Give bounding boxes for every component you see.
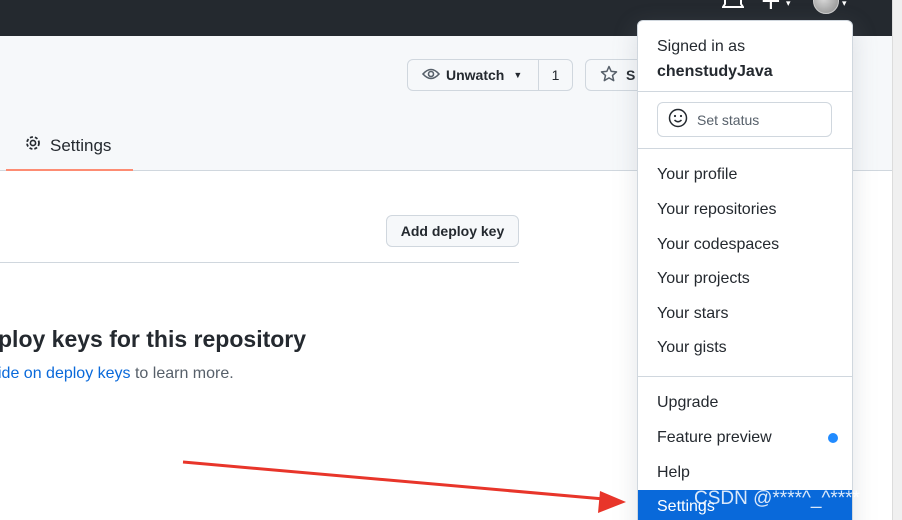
red-arrow-annotation	[182, 460, 626, 513]
watermark: CSDN @****^_^****	[694, 488, 860, 509]
